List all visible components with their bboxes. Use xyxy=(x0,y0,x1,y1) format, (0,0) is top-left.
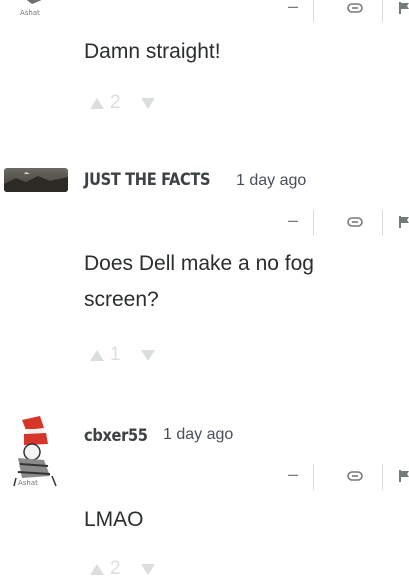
comment-body: LMAO xyxy=(84,508,144,531)
upvote-icon[interactable] xyxy=(90,97,104,109)
downvote-icon[interactable] xyxy=(140,97,155,109)
comment-actions: – xyxy=(269,210,409,236)
divider xyxy=(313,0,314,22)
avatar[interactable] xyxy=(4,168,68,192)
flag-icon[interactable] xyxy=(399,215,409,233)
upvote-count: 1 xyxy=(110,344,121,365)
vote-controls: 2 xyxy=(90,558,155,580)
vote-controls: 1 xyxy=(90,344,155,366)
flag-icon[interactable] xyxy=(399,1,409,19)
author-name[interactable]: cbxer55 xyxy=(84,426,148,446)
link-icon[interactable] xyxy=(347,468,363,486)
collapse-button[interactable]: – xyxy=(288,0,298,17)
divider xyxy=(382,0,383,22)
upvote-count: 2 xyxy=(110,92,121,113)
link-icon[interactable] xyxy=(347,214,363,232)
author-name[interactable]: JUST THE FACTS xyxy=(84,170,211,190)
comment-body: Does Dell make a no fog screen? xyxy=(84,252,314,311)
avatar[interactable]: Ashat xyxy=(4,0,68,20)
avatar[interactable]: Ashat xyxy=(4,414,68,488)
flag-icon[interactable] xyxy=(399,469,409,487)
collapse-button[interactable]: – xyxy=(288,210,298,231)
timestamp[interactable]: 1 day ago xyxy=(236,172,306,190)
comment-actions: – xyxy=(269,0,409,22)
upvote-icon[interactable] xyxy=(90,563,104,575)
vote-controls: 2 xyxy=(90,92,155,114)
avatar-caption: Ashat xyxy=(20,9,40,17)
divider xyxy=(313,464,314,490)
comment-body: Damn straight! xyxy=(84,40,221,63)
divider xyxy=(313,210,314,236)
divider xyxy=(382,464,383,490)
divider xyxy=(382,210,383,236)
upvote-count: 2 xyxy=(110,558,121,579)
link-icon[interactable] xyxy=(347,0,363,18)
downvote-icon[interactable] xyxy=(140,349,155,361)
collapse-button[interactable]: – xyxy=(288,464,298,485)
timestamp[interactable]: 1 day ago xyxy=(163,426,233,444)
downvote-icon[interactable] xyxy=(140,563,155,575)
comment-actions: – xyxy=(269,464,409,490)
upvote-icon[interactable] xyxy=(90,349,104,361)
avatar-caption: Ashat xyxy=(18,479,38,487)
